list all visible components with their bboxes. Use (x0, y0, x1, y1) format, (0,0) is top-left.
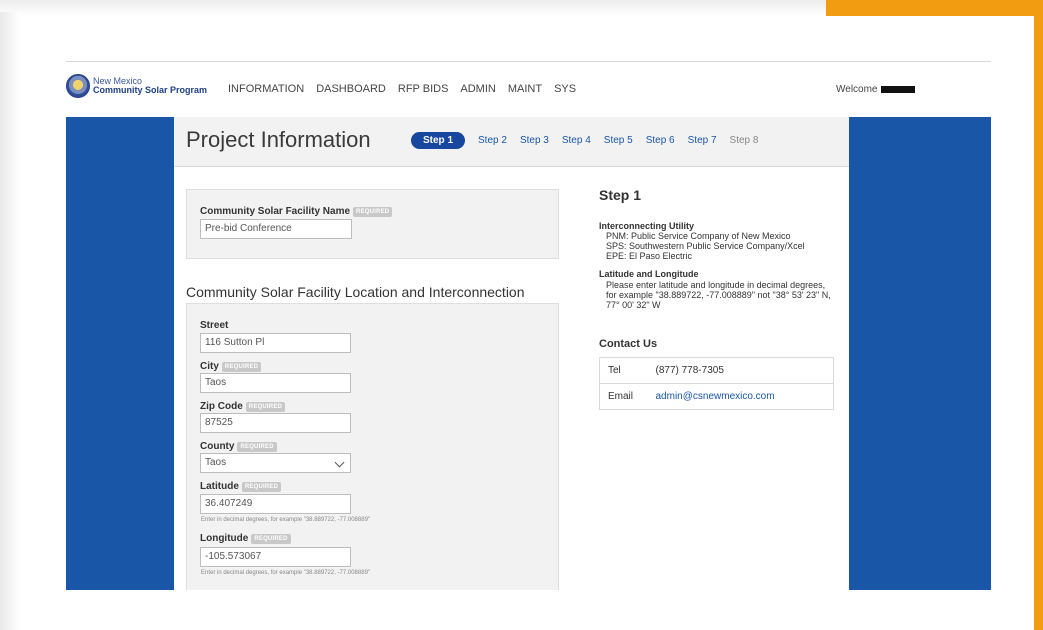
county-select[interactable]: Taos (200, 453, 351, 473)
contact-heading: Contact Us (599, 338, 658, 350)
welcome-user[interactable]: Welcome (836, 84, 915, 95)
sidebar-heading: Step 1 (599, 187, 642, 203)
step-tab-7[interactable]: Step 7 (688, 135, 717, 146)
step-tab-2[interactable]: Step 2 (478, 135, 507, 146)
required-badge: REQUIRED (245, 401, 286, 412)
nm-seal-icon (66, 74, 90, 98)
street-label: Street (200, 320, 228, 331)
step-tab-6[interactable]: Step 6 (646, 135, 675, 146)
facility-name-label: Community Solar Facility Name REQUIRED (200, 206, 393, 217)
utility-heading: Interconnecting Utility (599, 221, 695, 231)
required-badge: REQUIRED (237, 441, 277, 452)
step-tab-1[interactable]: Step 1 (411, 132, 466, 149)
contact-email-link[interactable]: admin@csnewmexico.com (656, 391, 775, 402)
latitude-hint: Enter in decimal degrees, for example "3… (201, 517, 371, 523)
top-shadow (0, 0, 826, 16)
latitude-input[interactable]: 36.407249 (200, 494, 351, 514)
contact-tel-key: Tel (599, 357, 648, 384)
zip-label-text: Zip Code (200, 401, 243, 412)
city-label: City REQUIRED (200, 361, 262, 372)
redacted-username (880, 86, 915, 93)
welcome-label: Welcome (836, 84, 878, 95)
required-badge: REQUIRED (353, 206, 393, 217)
longitude-label: Longitude REQUIRED (200, 533, 291, 544)
nav-rfp-bids[interactable]: RFP BIDS (398, 83, 449, 95)
project-info-card: Project Information Step 1 Step 2 Step 3… (174, 117, 849, 590)
nav-sys[interactable]: SYS (554, 83, 576, 95)
chevron-down-icon (334, 457, 345, 468)
nav-maint[interactable]: MAINT (508, 83, 542, 95)
street-input[interactable]: 116 Sutton Pl (200, 333, 351, 353)
city-label-text: City (200, 361, 219, 372)
county-label: County REQUIRED (200, 441, 277, 452)
left-shadow (0, 12, 20, 630)
top-navigation: New Mexico Community Solar Program INFOR… (66, 61, 991, 117)
app-window: New Mexico Community Solar Program INFOR… (0, 0, 1043, 630)
longitude-label-text: Longitude (200, 533, 249, 544)
step-tab-8: Step 8 (729, 135, 759, 146)
step-tab-3[interactable]: Step 3 (520, 135, 549, 146)
longitude-hint: Enter in decimal degrees, for example "3… (201, 570, 371, 576)
facility-name-label-text: Community Solar Facility Name (200, 206, 351, 217)
county-label-text: County (200, 441, 235, 452)
facility-name-input[interactable]: Pre-bid Conference (200, 219, 352, 239)
zip-input[interactable]: 87525 (200, 413, 351, 433)
location-section-title: Community Solar Facility Location and In… (186, 284, 525, 300)
city-input[interactable]: Taos (200, 373, 351, 393)
county-select-value: Taos (205, 457, 227, 468)
latitude-label-text: Latitude (200, 481, 239, 492)
step-tabs: Step 1 Step 2 Step 3 Step 4 Step 5 Step … (411, 132, 758, 149)
orange-accent-top (826, 0, 1043, 16)
contact-table: Tel (877) 778-7305 Email admin@csnewmexi… (599, 357, 834, 410)
required-badge: REQUIRED (221, 361, 262, 372)
latitude-label: Latitude REQUIRED (200, 481, 282, 492)
contact-row-tel: Tel (877) 778-7305 (599, 357, 834, 384)
main-menu: INFORMATION DASHBOARD RFP BIDS ADMIN MAI… (228, 83, 576, 95)
latlong-heading: Latitude and Longitude (599, 269, 699, 279)
step-tab-5[interactable]: Step 5 (604, 135, 633, 146)
zip-label: Zip Code REQUIRED (200, 401, 286, 412)
nav-admin[interactable]: ADMIN (460, 83, 495, 95)
required-badge: REQUIRED (241, 481, 282, 492)
utility-epe: EPE: El Paso Electric (606, 251, 693, 261)
contact-email-cell: admin@csnewmexico.com (647, 383, 834, 410)
location-panel: Street 116 Sutton Pl City REQUIRED Taos … (186, 303, 559, 590)
nav-information[interactable]: INFORMATION (228, 83, 304, 95)
brand-text: New Mexico Community Solar Program (93, 77, 207, 95)
utility-pnm: PNM: Public Service Company of New Mexic… (606, 231, 791, 241)
card-header: Project Information Step 1 Step 2 Step 3… (174, 117, 849, 167)
facility-name-panel: Community Solar Facility Name REQUIRED P… (186, 189, 559, 259)
orange-accent-right (1034, 0, 1043, 630)
brand-logo[interactable]: New Mexico Community Solar Program (66, 74, 207, 98)
step-tab-4[interactable]: Step 4 (562, 135, 591, 146)
nav-dashboard[interactable]: DASHBOARD (316, 83, 386, 95)
latlong-text: Please enter latitude and longitude in d… (606, 280, 831, 310)
contact-row-email: Email admin@csnewmexico.com (599, 383, 834, 410)
brand-line2: Community Solar Program (93, 85, 208, 95)
contact-tel-value: (877) 778-7305 (647, 357, 834, 384)
required-badge: REQUIRED (251, 533, 291, 544)
page-title: Project Information (186, 127, 371, 152)
longitude-input[interactable]: -105.573067 (200, 547, 351, 567)
utility-sps: SPS: Southwestern Public Service Company… (606, 241, 805, 251)
contact-email-key: Email (599, 383, 648, 410)
street-label-text: Street (200, 320, 229, 331)
